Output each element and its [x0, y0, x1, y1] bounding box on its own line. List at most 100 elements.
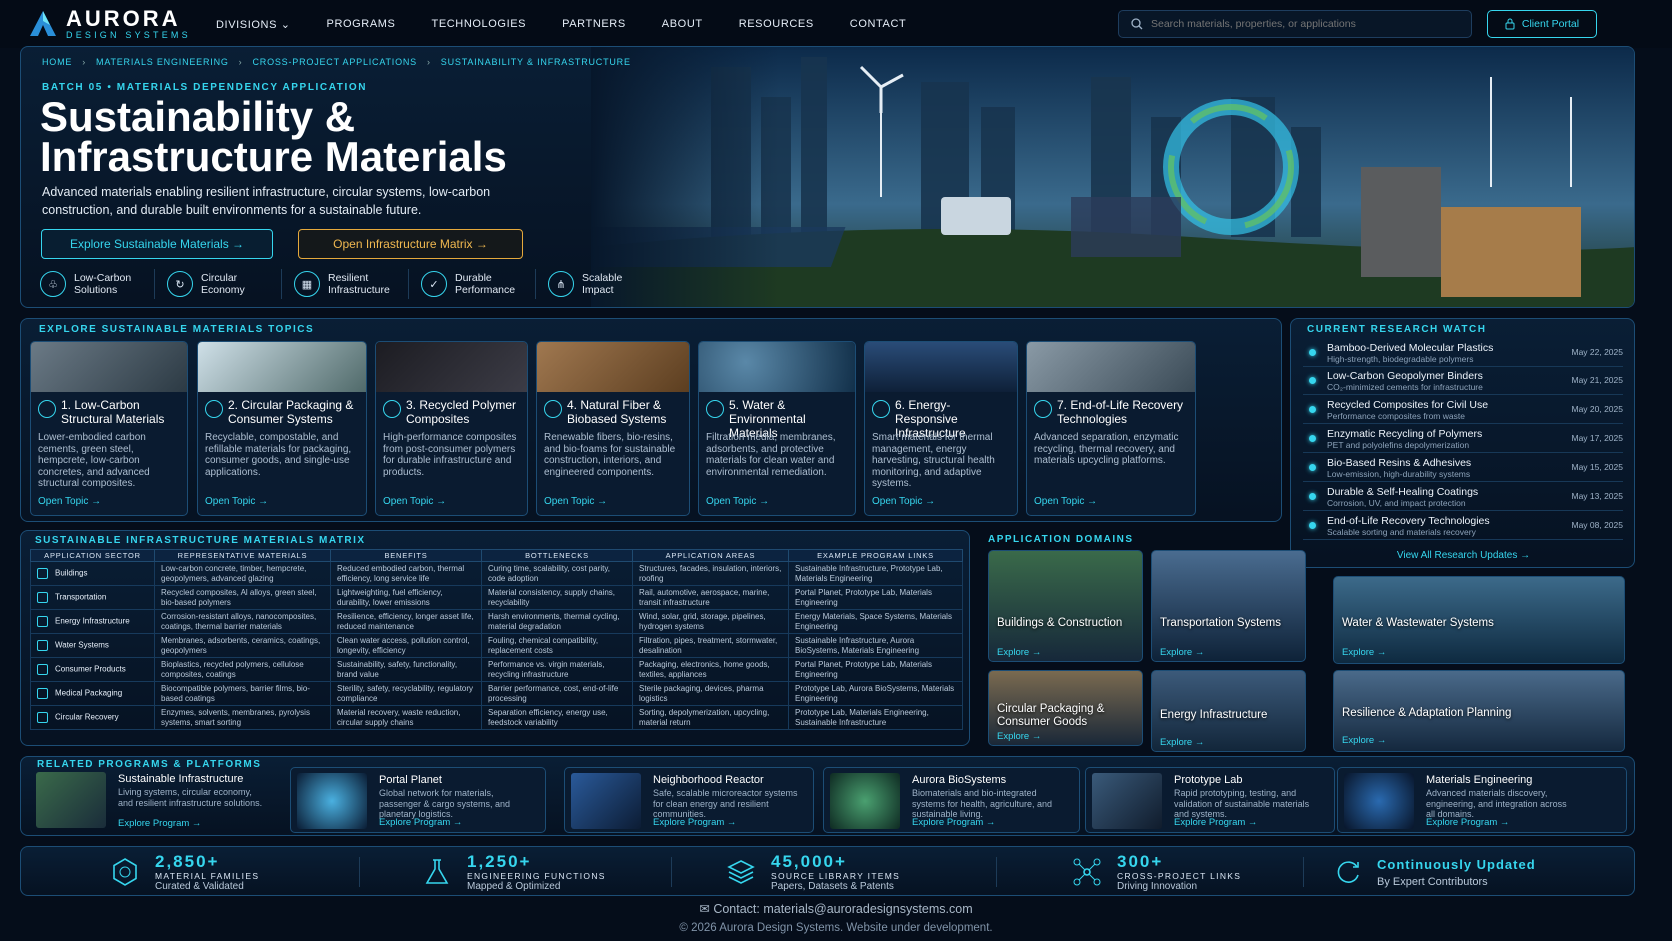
- program-image: [297, 773, 367, 829]
- program-image: [1092, 773, 1162, 829]
- nav-resources[interactable]: RESOURCES: [739, 18, 814, 31]
- divider: [1303, 857, 1304, 887]
- topic-card[interactable]: 5. Water & Environmental Materials Filtra…: [698, 341, 856, 516]
- program-card[interactable]: Aurora BioSystems Biomaterials and bio-in…: [823, 767, 1080, 833]
- research-item[interactable]: Low-Carbon Geopolymer Binders CO₂-minimiz…: [1303, 367, 1623, 395]
- related-programs-section: RELATED PROGRAMS & PLATFORMS Sustainable…: [20, 756, 1635, 836]
- view-all-research-link[interactable]: View All Research Updates →: [1291, 550, 1636, 561]
- nav-about[interactable]: ABOUT: [662, 18, 703, 31]
- water-icon: [37, 640, 48, 651]
- research-title: CURRENT RESEARCH WATCH: [1307, 324, 1487, 335]
- refresh-icon: [1337, 861, 1359, 883]
- explore-link[interactable]: Explore →: [1160, 737, 1204, 748]
- client-portal-label: Client Portal: [1521, 18, 1580, 30]
- open-infrastructure-matrix-button[interactable]: Open Infrastructure Matrix →: [298, 229, 523, 259]
- open-topic-link[interactable]: Open Topic →: [383, 496, 446, 507]
- column-header: APPLICATION AREAS: [632, 549, 789, 562]
- domain-card[interactable]: Buildings & Construction Explore →: [988, 550, 1143, 662]
- hero-lead: Advanced materials enabling resilient in…: [42, 185, 491, 217]
- bullet-dot: [1309, 377, 1316, 384]
- medical-icon: [37, 688, 48, 699]
- breadcrumb-home[interactable]: HOME: [42, 57, 72, 67]
- application-domains-section: APPLICATION DOMAINS Buildings & Construc…: [978, 530, 1306, 752]
- stat-source-library: 45,000+ SOURCE LIBRARY ITEMS Papers, Datas…: [725, 847, 900, 897]
- client-portal-button[interactable]: Client Portal: [1487, 10, 1597, 38]
- domain-card[interactable]: Transportation Systems Explore →: [1151, 550, 1306, 662]
- program-image: [36, 772, 106, 828]
- topic-image: [198, 342, 366, 392]
- program-card[interactable]: Portal Planet Global network for material…: [290, 767, 546, 833]
- page-title: Sustainability & Infrastructure Material…: [40, 93, 507, 180]
- open-topic-link[interactable]: Open Topic →: [544, 496, 607, 507]
- program-card[interactable]: Materials Engineering Advanced materials …: [1337, 767, 1627, 833]
- explore-program-link[interactable]: Explore Program →: [912, 817, 995, 828]
- research-item[interactable]: Bamboo-Derived Molecular Plastics High-st…: [1303, 339, 1623, 367]
- explore-program-link[interactable]: Explore Program →: [118, 818, 201, 829]
- domain-card[interactable]: Water & Wastewater Systems Explore →: [1333, 576, 1625, 664]
- nav-divisions[interactable]: DIVISIONS ⌄: [216, 18, 291, 31]
- explore-link[interactable]: Explore →: [1160, 647, 1204, 658]
- leaf-shield-icon: ♧: [40, 271, 66, 297]
- topic-card[interactable]: 7. End-of-Life Recovery Technologies Adva…: [1026, 341, 1196, 516]
- nav-programs[interactable]: PROGRAMS: [327, 18, 396, 31]
- research-watch-section: CURRENT RESEARCH WATCH Bamboo-Derived Mo…: [1290, 318, 1635, 568]
- open-topic-link[interactable]: Open Topic →: [205, 496, 268, 507]
- nav-partners[interactable]: PARTNERS: [562, 18, 626, 31]
- energy-icon: [37, 616, 48, 627]
- topic-card[interactable]: 4. Natural Fiber & Biobased Systems Renew…: [536, 341, 690, 516]
- explore-program-link[interactable]: Explore Program →: [1174, 817, 1257, 828]
- topic-card[interactable]: 1. Low-Carbon Structural Materials Lower-…: [30, 341, 188, 516]
- stat-cross-project-links: 300+ CROSS-PROJECT LINKS Driving Innovatio…: [1071, 847, 1241, 897]
- divider: [996, 857, 997, 887]
- topic-card[interactable]: 2. Circular Packaging & Consumer Systems…: [197, 341, 367, 516]
- stat-material-families: 2,850+ MATERIAL FAMILIES Curated & Validat…: [109, 847, 259, 897]
- program-card[interactable]: Neighborhood Reactor Safe, scalable micro…: [564, 767, 814, 833]
- explore-program-link[interactable]: Explore Program →: [379, 817, 462, 828]
- table-row[interactable]: Circular Recovery Enzymes, solvents, memb…: [30, 705, 963, 730]
- program-card[interactable]: Prototype Lab Rapid prototyping, testing,…: [1085, 767, 1335, 833]
- open-topic-link[interactable]: Open Topic →: [872, 496, 935, 507]
- table-row[interactable]: Consumer Products Bioplastics, recycled p…: [30, 657, 963, 682]
- nav-contact[interactable]: CONTACT: [850, 18, 907, 31]
- topic-icon: [383, 400, 401, 418]
- open-topic-link[interactable]: Open Topic →: [1034, 496, 1097, 507]
- explore-link[interactable]: Explore →: [997, 647, 1041, 658]
- topic-icon: [1034, 400, 1052, 418]
- domain-card[interactable]: Resilience & Adaptation Planning Explore …: [1333, 670, 1625, 752]
- domain-card[interactable]: Energy Infrastructure Explore →: [1151, 670, 1306, 752]
- domain-card[interactable]: Circular Packaging & Consumer Goods Explo…: [988, 670, 1143, 746]
- explore-sustainable-materials-button[interactable]: Explore Sustainable Materials →: [41, 229, 273, 259]
- explore-program-link[interactable]: Explore Program →: [653, 817, 736, 828]
- brand-logo[interactable]: AURORA DESIGN SYSTEMS: [28, 8, 191, 40]
- copyright: © 2026 Aurora Design Systems. Website un…: [679, 922, 993, 934]
- breadcrumb-cross-project[interactable]: CROSS-PROJECT APPLICATIONS: [252, 57, 417, 67]
- stat-engineering-functions: 1,250+ ENGINEERING FUNCTIONS Mapped & Opti…: [421, 847, 606, 897]
- table-row[interactable]: Medical Packaging Biocompatible polymers,…: [30, 681, 963, 706]
- topic-icon: [872, 400, 890, 418]
- explore-program-link[interactable]: Explore Program →: [1426, 817, 1509, 828]
- research-item[interactable]: Bio-Based Resins & Adhesives Low-emission…: [1303, 454, 1623, 482]
- table-row[interactable]: Water Systems Membranes, adsorbents, cera…: [30, 633, 963, 658]
- research-item[interactable]: Enzymatic Recycling of Polymers PET and p…: [1303, 425, 1623, 453]
- open-topic-link[interactable]: Open Topic →: [38, 496, 101, 507]
- network-icon: ⋔: [548, 271, 574, 297]
- topic-card[interactable]: 6. Energy-Responsive Infrastructure Smart…: [864, 341, 1018, 516]
- breadcrumb-materials-engineering[interactable]: MATERIALS ENGINEERING: [96, 57, 229, 67]
- research-item[interactable]: Durable & Self-Healing Coatings Corrosion…: [1303, 483, 1623, 511]
- table-row[interactable]: Transportation Recycled composites, Al al…: [30, 585, 963, 610]
- explore-link[interactable]: Explore →: [997, 731, 1041, 742]
- search-input[interactable]: [1151, 18, 1451, 30]
- chevron-right-icon: ›: [82, 57, 87, 67]
- explore-link[interactable]: Explore →: [1342, 647, 1386, 658]
- explore-link[interactable]: Explore →: [1342, 735, 1386, 746]
- program-card[interactable]: Sustainable Infrastructure Living systems…: [30, 767, 283, 833]
- contact-email-link[interactable]: Contact: materials@auroradesignsystems.c…: [713, 902, 972, 916]
- nav-technologies[interactable]: TECHNOLOGIES: [432, 18, 527, 31]
- bullet-dot: [1309, 464, 1316, 471]
- topic-card[interactable]: 3. Recycled Polymer Composites High-perfo…: [375, 341, 528, 516]
- research-item[interactable]: End-of-Life Recovery Technologies Scalabl…: [1303, 512, 1623, 540]
- table-row[interactable]: Energy Infrastructure Corrosion-resistant…: [30, 609, 963, 634]
- research-item[interactable]: Recycled Composites for Civil Use Perform…: [1303, 396, 1623, 424]
- open-topic-link[interactable]: Open Topic →: [706, 496, 769, 507]
- table-row[interactable]: Buildings Low-carbon concrete, timber, he…: [30, 561, 963, 586]
